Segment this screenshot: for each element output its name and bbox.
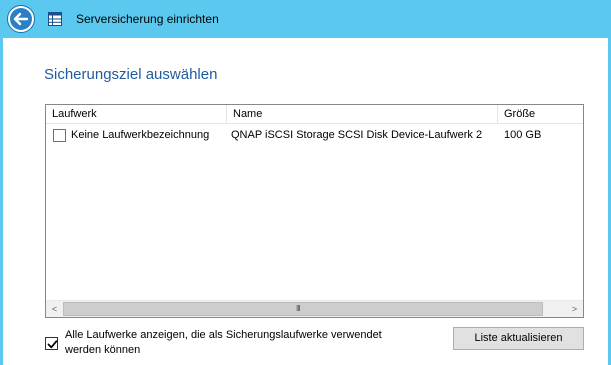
table-row[interactable]: Keine Laufwerkbezeichnung QNAP iSCSI Sto… (46, 126, 583, 144)
page-title: Sicherungsziel auswählen (44, 66, 218, 83)
back-arrow-glyph (13, 12, 29, 26)
disk-device-name: QNAP iSCSI Storage SCSI Disk Device-Lauf… (231, 129, 483, 141)
checkmark-icon (47, 340, 58, 349)
disk-row-checkbox[interactable] (53, 129, 66, 142)
refresh-list-button[interactable]: Liste aktualisieren (453, 327, 584, 350)
window-title: Serversicherung einrichten (76, 12, 219, 26)
column-header-name[interactable]: Name (227, 105, 498, 123)
back-button[interactable] (7, 5, 35, 33)
window-border-left (0, 38, 3, 365)
list-header: Laufwerk Name Größe (46, 105, 583, 124)
column-header-drive[interactable]: Laufwerk (46, 105, 227, 123)
show-all-drives-label[interactable]: Alle Laufwerke anzeigen, die als Sicheru… (65, 328, 415, 358)
scrollbar-thumb[interactable]: III (63, 302, 543, 316)
column-header-size[interactable]: Größe (498, 105, 583, 123)
disk-list[interactable]: Laufwerk Name Größe Keine Laufwerkbezeic… (45, 104, 584, 318)
scrollbar-grip-icon: III (296, 304, 301, 313)
server-backup-icon (48, 12, 62, 26)
disk-drive-label: Keine Laufwerkbezeichnung (71, 129, 210, 141)
show-all-drives-checkbox[interactable] (45, 337, 58, 350)
scroll-left-button[interactable]: < (46, 301, 63, 317)
scroll-right-button[interactable]: > (566, 301, 583, 317)
disk-size: 100 GB (504, 129, 542, 141)
title-bar: Serversicherung einrichten (0, 0, 611, 38)
horizontal-scrollbar[interactable]: < III > (46, 300, 583, 317)
